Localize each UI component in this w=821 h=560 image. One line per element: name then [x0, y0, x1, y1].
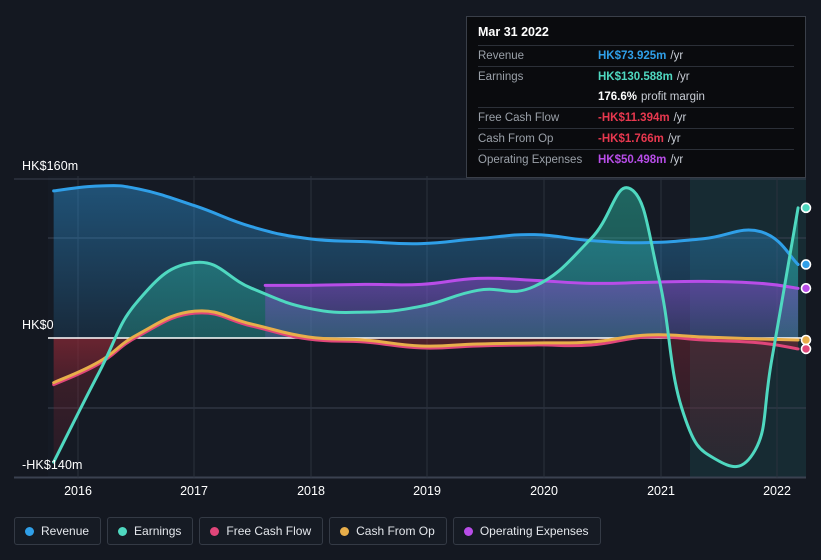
tooltip-row-operating-expenses: Operating Expenses HK$50.498m/yr: [478, 149, 794, 170]
x-axis-tick-2019: 2019: [413, 484, 441, 498]
tooltip-row-label: Free Cash Flow: [478, 112, 560, 124]
legend-item-operating-expenses[interactable]: Operating Expenses: [452, 517, 601, 545]
legend-dot-icon: [210, 526, 220, 536]
tooltip-row-value: -HK$1.766m: [598, 133, 664, 145]
tooltip-row-suffix: /yr: [676, 71, 690, 83]
x-axis-tick-2016: 2016: [64, 484, 92, 498]
legend-label: Revenue: [41, 524, 90, 538]
tooltip-rows: Revenue HK$73.925m/yr Earnings HK$130.588m /…: [478, 45, 794, 170]
tooltip-row-suffix: /yr: [670, 154, 684, 166]
chart-tooltip: Mar 31 2022 Revenue HK$73.925m/yr Earnings…: [466, 16, 806, 178]
legend-item-free-cash-flow[interactable]: Free Cash Flow: [199, 517, 324, 545]
tooltip-row-suffix: /yr: [670, 50, 684, 62]
legend-item-earnings[interactable]: Earnings: [107, 517, 194, 545]
tooltip-profit-margin-value: 176.6%: [598, 91, 638, 103]
legend-label: Earnings: [134, 524, 182, 538]
tooltip-row-value: HK$50.498m: [598, 154, 667, 166]
tooltip-row-value: HK$130.588m: [598, 71, 673, 83]
legend-item-cash-from-op[interactable]: Cash From Op: [329, 517, 447, 545]
endpoint-dot-operating-expenses: [800, 283, 812, 294]
chart-page: HK$160m HK$0 -HK$140m 2016 2017 2018 2019 20…: [0, 0, 821, 560]
legend-dot-icon: [340, 526, 350, 536]
chart-legend[interactable]: Revenue Earnings Free Cash Flow Cash From O…: [14, 517, 601, 545]
tooltip-row-label: Operating Expenses: [478, 154, 583, 166]
legend-dot-icon: [463, 526, 473, 536]
tooltip-profit-margin-label: profit margin: [641, 91, 705, 103]
tooltip-row-label: Earnings: [478, 71, 524, 83]
tooltip-row-value: -HK$11.394m: [598, 112, 670, 124]
x-axis-tick-2018: 2018: [297, 484, 325, 498]
tooltip-row-suffix: /yr: [673, 112, 687, 124]
y-axis-label-top: HK$160m: [22, 159, 79, 173]
legend-item-revenue[interactable]: Revenue: [14, 517, 102, 545]
endpoint-dot-free-cash-flow: [800, 343, 812, 355]
tooltip-row-suffix: /yr: [667, 133, 681, 145]
endpoint-dot-cash-from-op: [800, 334, 812, 346]
legend-dot-icon: [25, 526, 34, 536]
legend-dot-icon: [118, 526, 128, 536]
tooltip-row-profit-margin: 176.6% profit margin: [478, 87, 794, 107]
x-axis-tick-2020: 2020: [530, 484, 558, 498]
legend-label: Operating Expenses: [479, 524, 589, 538]
y-axis-label-zero: HK$0: [22, 318, 54, 332]
endpoint-dot-revenue: [800, 259, 812, 270]
x-axis-tick-2021: 2021: [647, 484, 675, 498]
tooltip-date: Mar 31 2022: [478, 25, 549, 39]
endpoint-dot-earnings: [800, 202, 812, 214]
tooltip-row-label: Cash From Op: [478, 133, 554, 145]
tooltip-row-revenue: Revenue HK$73.925m/yr: [478, 45, 794, 66]
legend-label: Free Cash Flow: [226, 524, 312, 538]
tooltip-row-free-cash-flow: Free Cash Flow -HK$11.394m/yr: [478, 107, 794, 128]
x-axis-tick-2017: 2017: [180, 484, 208, 498]
y-axis-label-bottom: -HK$140m: [22, 458, 83, 472]
tooltip-row-label: Revenue: [478, 50, 525, 62]
legend-label: Cash From Op: [356, 524, 435, 538]
x-axis-tick-2022: 2022: [763, 484, 791, 498]
tooltip-row-earnings: Earnings HK$130.588m/yr: [478, 66, 794, 87]
tooltip-row-cash-from-op: Cash From Op -HK$1.766m/yr: [478, 128, 794, 149]
tooltip-row-value: HK$73.925m: [598, 50, 667, 62]
